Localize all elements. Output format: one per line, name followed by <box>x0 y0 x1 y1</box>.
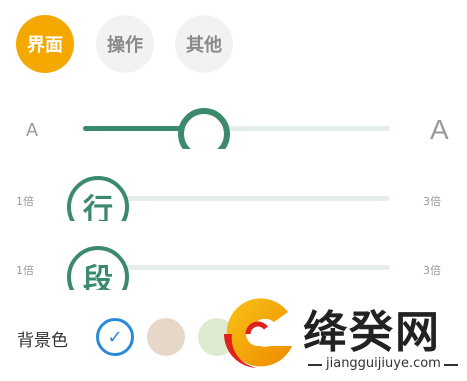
line-spacing-min-label: 1倍 <box>16 195 34 208</box>
tab-operation[interactable]: 操作 <box>96 15 154 73</box>
font-size-thumb[interactable] <box>172 105 236 149</box>
watermark-subtitle: jiangguijiuye.com <box>326 356 441 371</box>
tab-other-label: 其他 <box>186 35 222 56</box>
swatch-white[interactable]: ✓ <box>96 318 134 356</box>
tab-interface[interactable]: 界面 <box>16 15 74 73</box>
paragraph-spacing-thumb[interactable]: 段 <box>64 242 132 290</box>
paragraph-spacing-max-label: 3倍 <box>423 264 441 277</box>
line-spacing-glyph: 行 <box>83 193 113 221</box>
tab-operation-label: 操作 <box>107 35 143 56</box>
swatch-beige[interactable] <box>147 318 185 356</box>
paragraph-spacing-track[interactable] <box>97 265 390 270</box>
line-spacing-thumb[interactable]: 行 <box>64 172 132 221</box>
tab-interface-label: 界面 <box>27 35 63 56</box>
font-size-min-label: A <box>26 120 39 140</box>
watermark-logo-icon <box>224 298 292 368</box>
font-size-max-label: A <box>430 114 449 145</box>
line-spacing-max-label: 3倍 <box>423 195 441 208</box>
check-icon: ✓ <box>107 326 123 348</box>
watermark-dash-left <box>308 364 322 366</box>
background-color-label: 背景色 <box>17 331 68 351</box>
watermark-title: 绛癸网 <box>303 307 441 358</box>
watermark-dash-right <box>444 364 458 366</box>
line-spacing-track[interactable] <box>97 196 390 201</box>
tab-other[interactable]: 其他 <box>175 15 233 73</box>
paragraph-spacing-min-label: 1倍 <box>16 264 34 277</box>
paragraph-spacing-glyph: 段 <box>83 263 113 290</box>
